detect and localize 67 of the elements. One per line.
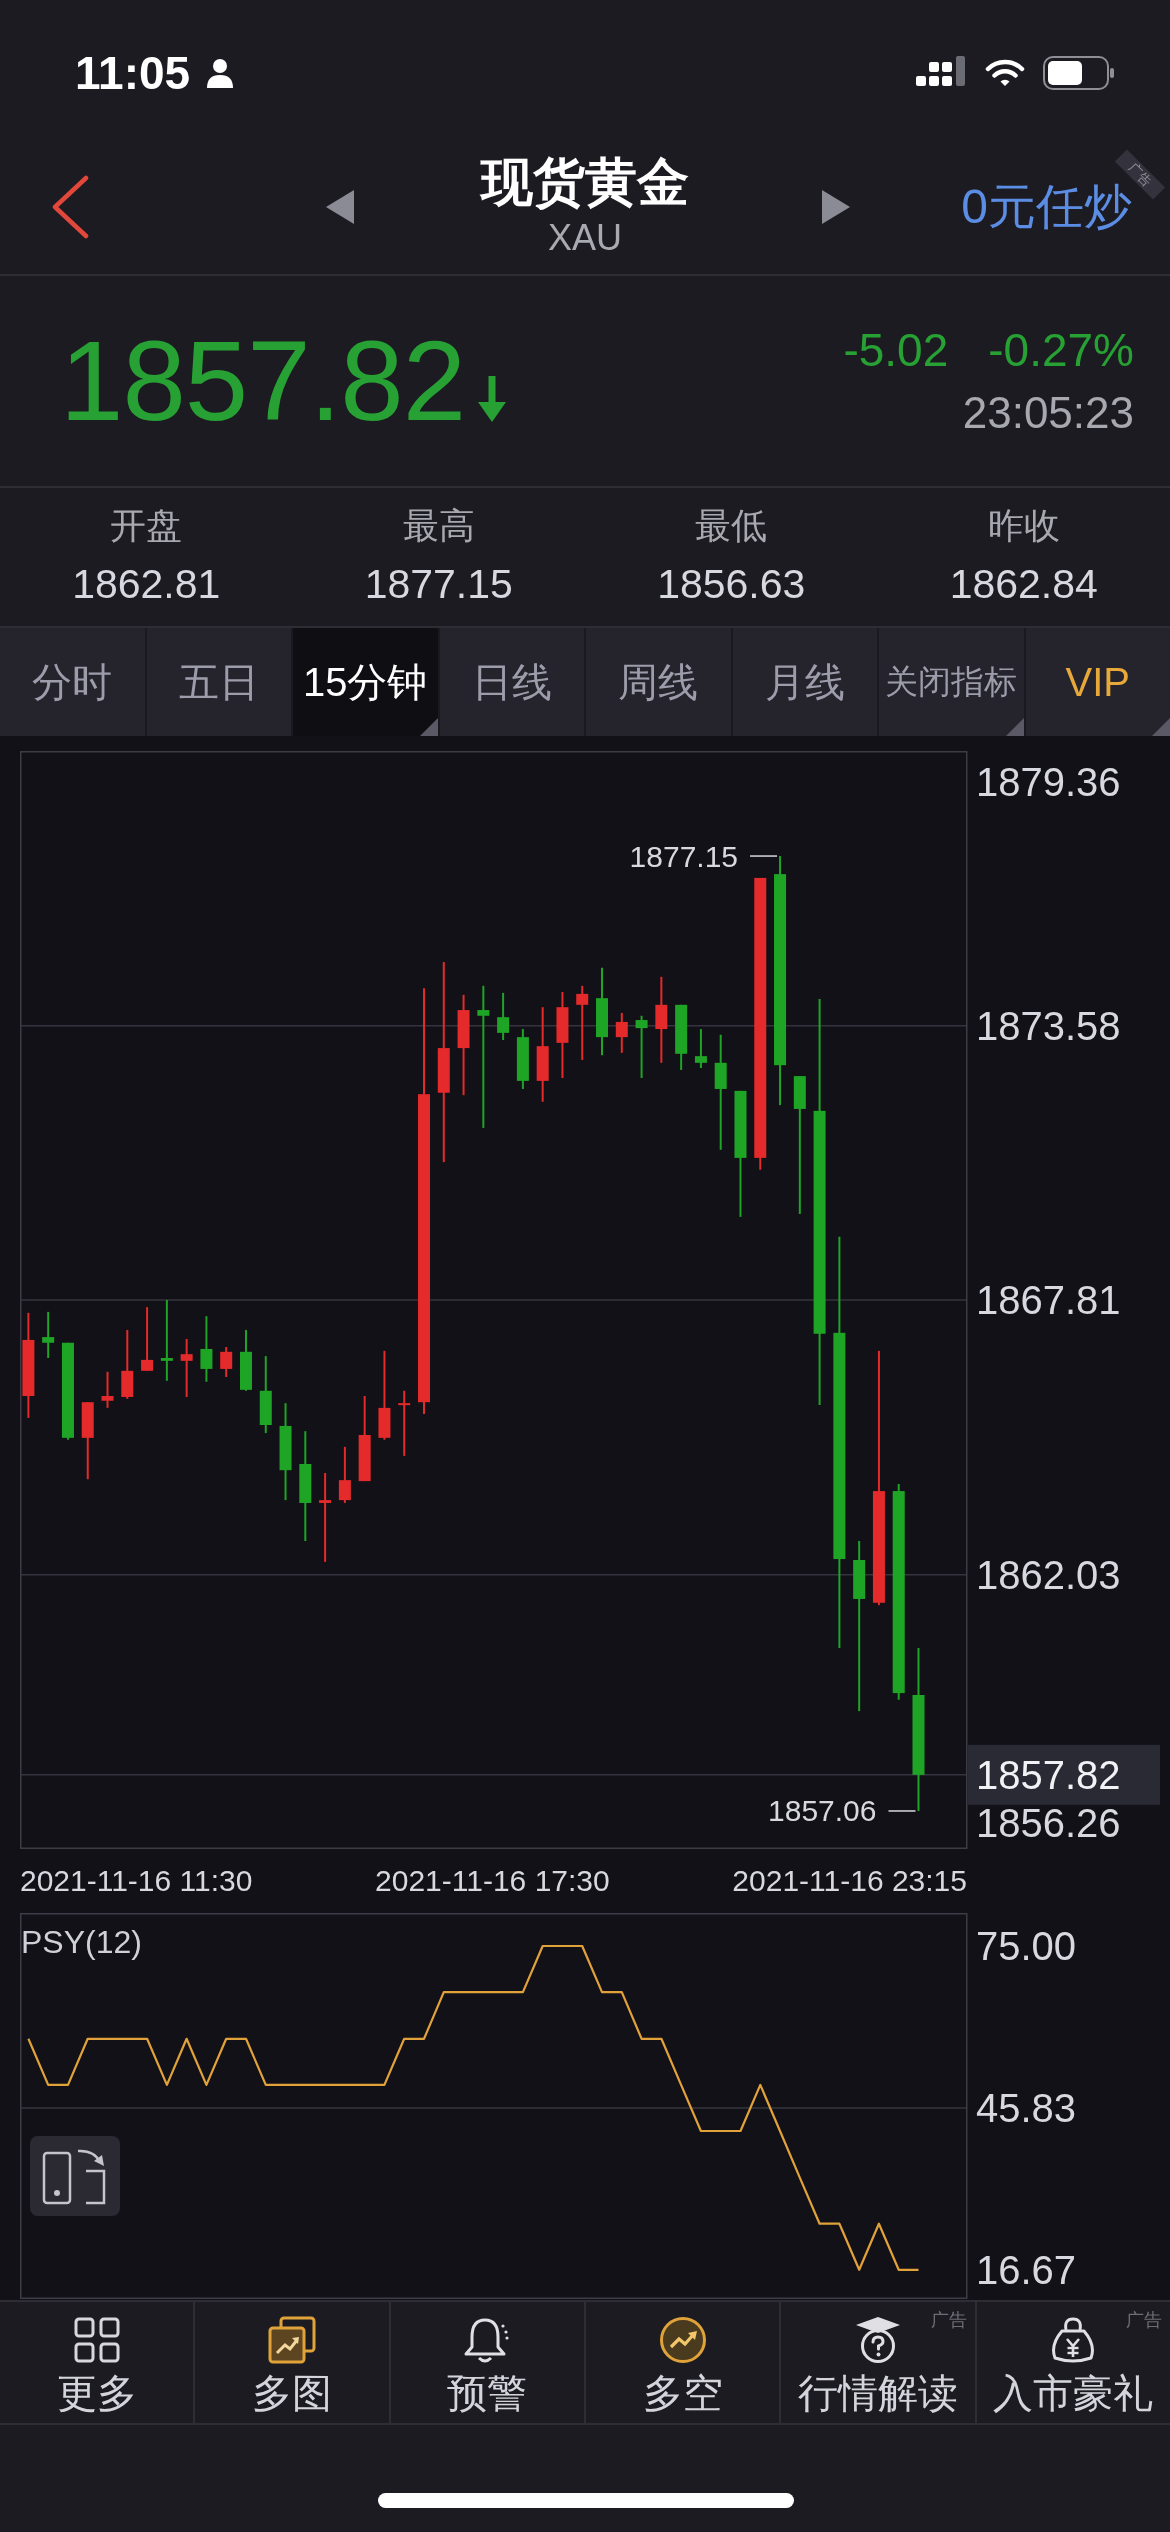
indicator-axis-label: 45.83 [976,2086,1077,2131]
current-price: 1857.82 [60,324,466,438]
candlestick [615,1011,628,1054]
candlestick [398,1389,411,1457]
stat-value: 1862.81 [72,560,221,608]
bottom-nav-item[interactable]: 多图 [195,2302,389,2423]
stat-value: 1862.84 [949,560,1098,608]
stat-value: 1877.15 [364,560,513,608]
price-change: -5.02 [843,323,949,377]
rotate-screen-icon [42,2147,108,2205]
stat-label: 最高 [402,504,475,548]
time-axis-label: 2021-11-16 11:30 [20,1864,253,1898]
candlestick [338,1445,351,1504]
leader-line [749,855,778,857]
low-price-marker: 1857.06 [768,1794,877,1828]
stat-label: 昨收 [987,504,1060,548]
wifi-icon [985,58,1025,88]
battery-icon [1043,56,1115,90]
instrument-title: 现货黄金 [481,152,689,212]
candlestick [516,1028,529,1090]
price-axis-label: 1879.36 [976,760,1121,804]
candlestick [497,991,510,1041]
price-axis-label: 1867.81 [976,1278,1121,1322]
grid-icon [72,2316,121,2364]
chart-period-tab[interactable]: 分时 [0,628,145,736]
price-axis-label: 1873.58 [976,1003,1121,1048]
current-price-tag: 1857.82 [968,1744,1160,1805]
person-icon [206,58,235,88]
leader-line [887,1810,917,1812]
caret-right-icon [822,190,850,224]
candlestick [121,1328,134,1400]
candlestick [42,1310,55,1359]
candlestick [220,1346,233,1378]
time-axis-label: 2021-11-16 17:30 [375,1864,610,1898]
candlestick [635,1014,648,1079]
stat-label: 最低 [695,504,768,548]
ad-tag: 广告 [930,2310,967,2330]
indicator-axis-label: 16.67 [976,2248,1077,2292]
price-axis-label: 1862.03 [976,1552,1121,1597]
candlestick [675,1003,688,1071]
stacked-chart-icon [268,2316,316,2364]
status-time: 11:05 [75,50,191,96]
bottom-nav-item[interactable]: 多空 [586,2302,780,2423]
high-price-marker: 1877.15 [629,839,739,873]
candlestick [200,1315,213,1383]
bottom-nav-item[interactable]: 预警 [390,2302,584,2423]
indicator-axis-label: 75.00 [976,1924,1077,1968]
back-icon [51,175,89,239]
instrument-symbol: XAU [548,218,622,258]
chart-period-tab[interactable]: 15分钟 [291,628,438,736]
trend-circle-icon [658,2316,707,2364]
percent-change: -0.27% [988,323,1134,377]
indicator-title: PSY(12) [21,1924,142,1960]
candlestick [694,1028,707,1070]
candlestick [180,1338,193,1398]
stat-label: 开盘 [110,504,183,548]
bottom-nav-item[interactable]: 更多 [0,2302,194,2423]
caret-left-icon [326,190,354,224]
candlestick [101,1370,114,1409]
stat-value: 1856.63 [657,560,806,608]
ad-tag: 广告 [1125,2310,1162,2330]
candlestick [141,1306,154,1372]
quote-time: 23:05:23 [962,387,1134,439]
candlestick [240,1328,252,1392]
rotate-screen-button[interactable] [30,2136,120,2216]
y-tick-label: 1857.82 [976,1752,1121,1797]
time-axis-label: 2021-11-16 23:15 [732,1864,967,1898]
